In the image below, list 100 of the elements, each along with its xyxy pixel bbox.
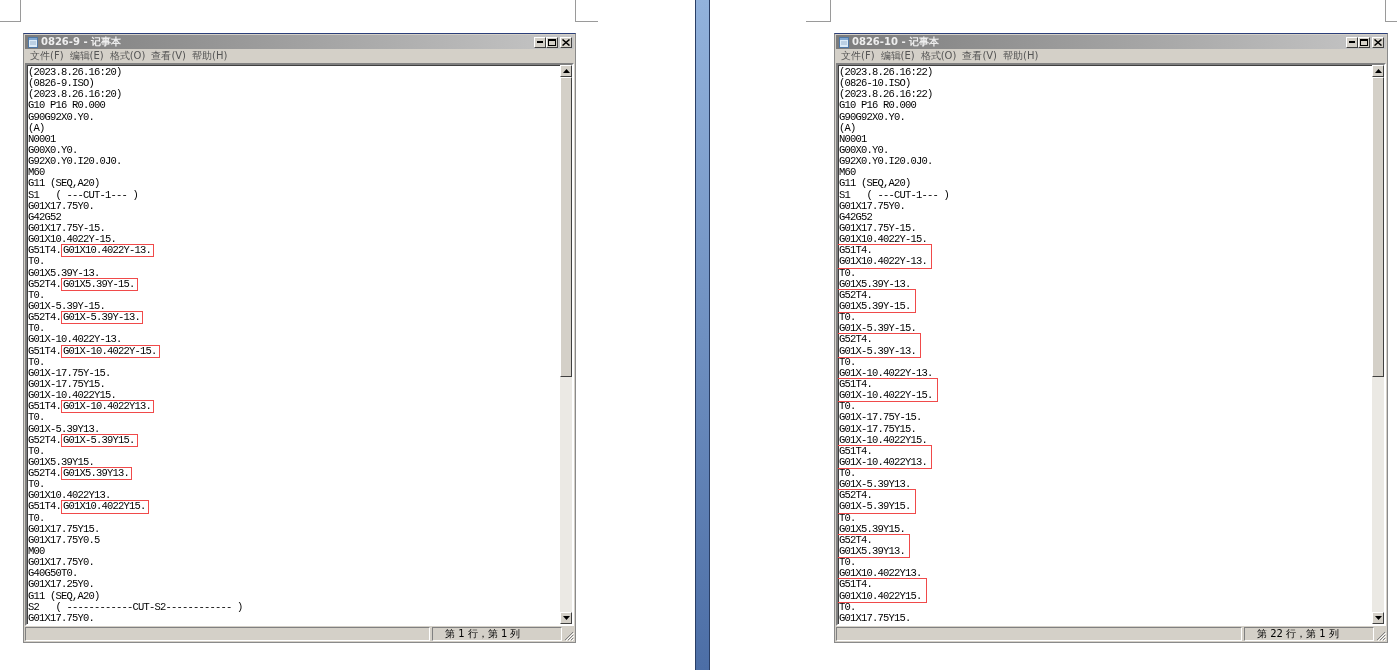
code-line: S2 ( ------------CUT-S2------------ ) [28,601,243,613]
code-line: T0. [28,256,45,268]
maximize-icon [548,38,556,46]
code-line: T0. [839,267,856,279]
code-line: T0. [28,479,45,491]
menu-item[interactable]: 文件(F) [30,50,64,62]
code-line: G01X-17.75Y15. [28,378,105,391]
close-icon [562,38,570,46]
highlighted-code: G01X-5.39Y-13. [61,311,144,325]
code-line: G01X-5.39Y-15. [28,300,105,313]
menu-item[interactable]: 格式(O) [109,50,146,62]
code-line: G01X17.75Y15. [28,523,100,535]
code-line: G52T4. [839,490,872,502]
code-line: G01X-5.39Y13. [839,479,911,491]
code-line: G01X10.4022Y-13. [839,256,928,268]
code-line: G52T4. [839,334,872,346]
code-line: G42G52 [28,211,61,223]
scrollbar-thumb[interactable] [560,77,572,377]
highlighted-code: G01X10.4022Y-13. [61,244,155,258]
code-line: G01X17.75Y0. [28,557,94,569]
code-line: G51T4. [839,245,872,257]
down-arrow-icon [562,616,570,620]
code-line: G52T4. [839,289,872,301]
window-title: 0826-9 - 记事本 [41,36,122,48]
vertical-scrollbar[interactable] [1372,65,1384,624]
menu-item[interactable]: 帮助(H) [1003,50,1039,62]
highlighted-code: G01X-10.4022Y13. [61,400,155,414]
code-line: G01X-5.39Y15. [839,501,911,513]
code-line: G01X5.39Y15. [839,523,905,535]
close-button[interactable] [560,36,572,48]
code-line: G01X17.75Y0. [839,200,905,212]
code-line: S1 ( ---CUT-1--- ) [28,189,139,201]
scroll-down-button[interactable] [1372,612,1384,624]
code-text: G51T4. [28,501,61,513]
code-line: G01X5.39Y-15. [839,300,911,313]
code-line: G01X17.75Y0. [28,612,94,624]
crop-mark [806,0,831,22]
code-line: (0826-9.ISO) [28,78,94,90]
code-line: G01X17.75Y0.5 [28,534,100,547]
code-line: G11 (SEQ,A20) [28,590,100,602]
code-line: N0001 [839,133,867,145]
menu-item[interactable]: 查看(V) [962,50,998,62]
close-icon [1374,38,1382,46]
close-button[interactable] [1372,36,1384,48]
highlighted-code: G01X-10.4022Y-15. [61,344,160,358]
code-line: G01X-17.75Y-15. [28,367,111,379]
code-text: G52T4. [28,278,61,290]
code-line: G01X-10.4022Y15. [839,434,928,446]
minimize-button[interactable] [534,36,546,48]
resize-grip-icon[interactable] [564,631,574,641]
code-line: (2023.8.26.16:22) [839,67,933,79]
menu-item[interactable]: 帮助(H) [192,50,228,62]
maximize-button[interactable] [546,36,558,48]
cursor-position: 第 1 行，第 1 列 [432,627,562,641]
scroll-up-button[interactable] [560,65,572,77]
highlighted-code: G01X-5.39Y15. [61,433,138,447]
crop-mark [0,0,21,22]
code-line: G51T4. [839,445,872,457]
code-line: G01X5.39Y13. [839,546,905,558]
code-line: G01X17.75Y-15. [839,222,916,235]
code-line: G10 P16 R0.000 [28,100,105,112]
code-line: T0. [839,356,856,368]
menu-item[interactable]: 编辑(E) [69,50,104,62]
code-text: G52T4. [28,312,61,324]
code-line: G42G52 [839,211,872,223]
highlighted-code: G01X5.39Y13. [61,467,133,481]
code-line: G92X0.Y0.I20.0J0. [839,156,933,168]
code-line: M60 [28,167,45,179]
scrollbar-thumb[interactable] [1372,77,1384,377]
resize-grip-icon[interactable] [1376,631,1386,641]
maximize-button[interactable] [1358,36,1370,48]
code-text: G51T4. [28,401,61,413]
code-line: G01X10.4022Y15. [839,590,922,602]
code-line: (2023.8.26.16:20) [28,67,122,79]
scroll-up-button[interactable] [1372,65,1384,77]
up-arrow-icon [1374,69,1382,73]
vertical-scrollbar[interactable] [560,65,572,624]
menu-item[interactable]: 编辑(E) [880,50,915,62]
minimize-icon [537,41,543,43]
code-line: T0. [839,312,856,324]
scroll-down-button[interactable] [560,612,572,624]
code-line: G51T4. [839,579,872,591]
code-line: M00 [28,546,45,558]
code-line: T0. [28,323,45,335]
code-line: G00X0.Y0. [839,145,889,157]
code-line: T0. [839,401,856,413]
menu-item[interactable]: 文件(F) [841,50,875,62]
code-line: G01X17.75Y15. [839,612,911,624]
menu-item[interactable]: 格式(O) [920,50,957,62]
window-title: 0826-10 - 记事本 [852,36,939,48]
code-line: G01X10.4022Y-15. [839,234,928,246]
code-line: G52T4. [839,534,872,547]
code-line: T0. [28,356,45,368]
notepad-icon [28,36,38,48]
maximize-icon [1360,38,1368,46]
code-line: G01X-5.39Y-13. [839,345,916,357]
code-line: G01X17.25Y0. [28,579,94,591]
code-line: G01X5.39Y-13. [839,278,911,290]
menu-item[interactable]: 查看(V) [151,50,187,62]
minimize-button[interactable] [1346,36,1358,48]
